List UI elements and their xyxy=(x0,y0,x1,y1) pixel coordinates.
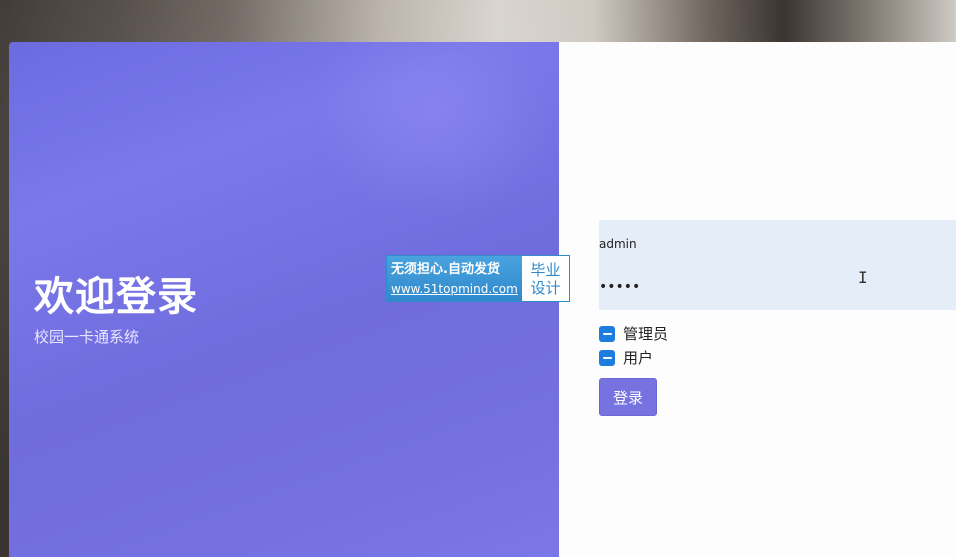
role-option-admin[interactable]: 管理员 xyxy=(599,322,799,346)
watermark-banner[interactable]: 无须担心.自动发货 www.51topmind.com 毕业设计 xyxy=(386,255,570,302)
user-checkbox[interactable] xyxy=(599,350,615,366)
watermark-badge-text: 毕业设计 xyxy=(530,260,561,297)
role-label-admin: 管理员 xyxy=(623,325,669,343)
role-selector: 管理员 用户 xyxy=(599,322,799,370)
credential-fields: I xyxy=(599,220,956,310)
checkbox-indeterminate-icon xyxy=(602,333,612,335)
watermark-url[interactable]: www.51topmind.com xyxy=(391,280,522,298)
login-panel: I 管理员 用户 登录 xyxy=(559,42,956,557)
text-cursor-icon: I xyxy=(858,268,868,287)
watermark-badge: 毕业设计 xyxy=(522,256,569,301)
panel-glow xyxy=(309,42,559,222)
watermark-slogan: 无须担心.自动发货 xyxy=(391,261,500,277)
watermark-main: 无须担心.自动发货 www.51topmind.com xyxy=(387,256,522,301)
role-label-user: 用户 xyxy=(623,349,654,367)
admin-checkbox[interactable] xyxy=(599,326,615,342)
welcome-title: 欢迎登录 xyxy=(34,274,198,320)
username-input[interactable] xyxy=(599,234,956,254)
login-button[interactable]: 登录 xyxy=(599,378,657,416)
checkbox-indeterminate-icon xyxy=(602,357,612,359)
password-input[interactable] xyxy=(599,276,956,298)
role-option-user[interactable]: 用户 xyxy=(599,346,799,370)
system-name: 校园一卡通系统 xyxy=(34,328,140,346)
